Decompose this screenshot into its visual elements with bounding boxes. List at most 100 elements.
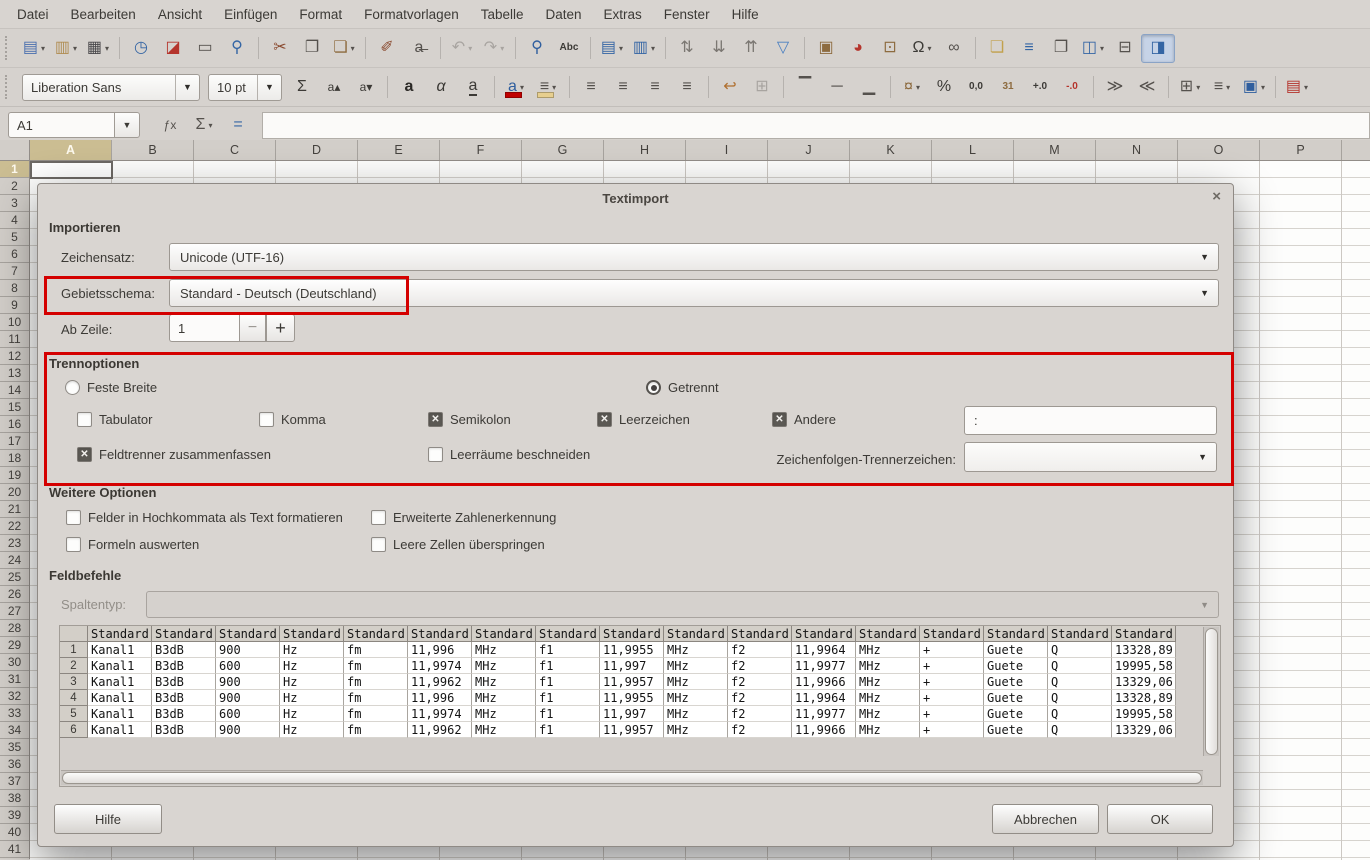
print-button[interactable]: ▭ bbox=[189, 35, 221, 62]
borders-button[interactable]: ⊞▾ bbox=[1174, 74, 1206, 101]
split-window-button[interactable]: ⊟ bbox=[1109, 35, 1141, 62]
insert-hyperlink-button[interactable]: ∞ bbox=[938, 35, 970, 62]
row-header-10[interactable]: 10 bbox=[0, 314, 29, 331]
column-header-g[interactable]: G bbox=[522, 140, 604, 160]
comma-checkbox[interactable]: Komma bbox=[259, 412, 326, 427]
copy-button[interactable]: ❐ bbox=[296, 35, 328, 62]
date-format-button[interactable]: 31 bbox=[992, 74, 1024, 101]
dropdown-arrow-icon[interactable]: ▾ bbox=[927, 44, 931, 53]
wrap-text-button[interactable]: ↩ bbox=[714, 74, 746, 101]
row-header-33[interactable]: 33 bbox=[0, 705, 29, 722]
row-header-2[interactable]: 2 bbox=[0, 178, 29, 195]
row-header-18[interactable]: 18 bbox=[0, 450, 29, 467]
preview-column-header-2[interactable]: Standard bbox=[152, 626, 216, 642]
special-character-button[interactable]: Ω▾ bbox=[906, 35, 938, 62]
from-row-decrement-button[interactable]: − bbox=[239, 314, 266, 342]
row-header-3[interactable]: 3 bbox=[0, 195, 29, 212]
sort-descending-button[interactable]: ⇊ bbox=[703, 35, 735, 62]
column-header-j[interactable]: J bbox=[768, 140, 850, 160]
row-header-31[interactable]: 31 bbox=[0, 671, 29, 688]
font-name-combo[interactable]: Liberation Sans ▼ bbox=[22, 74, 200, 101]
border-style-button[interactable]: ≡▾ bbox=[1206, 74, 1238, 101]
preview-column-header-11[interactable]: Standard bbox=[728, 626, 792, 642]
row-header-6[interactable]: 6 bbox=[0, 246, 29, 263]
column-header-h[interactable]: H bbox=[604, 140, 686, 160]
row-header-38[interactable]: 38 bbox=[0, 790, 29, 807]
preview-column-header-12[interactable]: Standard bbox=[792, 626, 856, 642]
row-header-41[interactable]: 41 bbox=[0, 841, 29, 858]
row-header-14[interactable]: 14 bbox=[0, 382, 29, 399]
column-header-a[interactable]: A bbox=[30, 140, 112, 160]
insert-chart-button[interactable]: ◕ bbox=[842, 35, 874, 62]
other-checkbox[interactable]: Andere bbox=[772, 412, 836, 427]
open-file-button[interactable]: ▥▾ bbox=[50, 35, 82, 62]
percent-format-button[interactable]: % bbox=[928, 74, 960, 101]
row-header-30[interactable]: 30 bbox=[0, 654, 29, 671]
cancel-button[interactable]: Abbrechen bbox=[992, 804, 1099, 834]
dropdown-arrow-icon[interactable]: ▾ bbox=[651, 44, 655, 53]
sum-button[interactable]: Σ bbox=[286, 74, 318, 101]
from-row-increment-button[interactable]: + bbox=[266, 314, 295, 342]
menu-einfugen[interactable]: Einfügen bbox=[213, 3, 288, 26]
row-header-1[interactable]: 1 bbox=[0, 161, 29, 178]
row-header-28[interactable]: 28 bbox=[0, 620, 29, 637]
preview-column-header-16[interactable]: Standard bbox=[1048, 626, 1112, 642]
row-header-22[interactable]: 22 bbox=[0, 518, 29, 535]
bold-button[interactable]: a bbox=[393, 74, 425, 101]
scrollbar-thumb[interactable] bbox=[1205, 628, 1218, 755]
charset-dropdown[interactable]: Unicode (UTF-16) ▼ bbox=[169, 243, 1219, 271]
dropdown-arrow-icon[interactable]: ▾ bbox=[500, 44, 504, 53]
name-box[interactable]: A1 ▼ bbox=[8, 112, 140, 138]
row-header-19[interactable]: 19 bbox=[0, 467, 29, 484]
align-top-button[interactable]: ▔ bbox=[789, 74, 821, 101]
menu-hilfe[interactable]: Hilfe bbox=[721, 3, 770, 26]
cut-button[interactable]: ✂ bbox=[264, 35, 296, 62]
new-document-button[interactable]: ▤▾ bbox=[18, 35, 50, 62]
row-header-26[interactable]: 26 bbox=[0, 586, 29, 603]
column-header-m[interactable]: M bbox=[1014, 140, 1096, 160]
dropdown-arrow-icon[interactable]: ▾ bbox=[41, 44, 45, 53]
sort-button[interactable]: ⇅ bbox=[671, 35, 703, 62]
other-separator-input[interactable] bbox=[964, 406, 1217, 435]
row-header-5[interactable]: 5 bbox=[0, 229, 29, 246]
preview-column-header-6[interactable]: Standard bbox=[408, 626, 472, 642]
close-icon[interactable]: × bbox=[1212, 188, 1221, 205]
column-header-b[interactable]: B bbox=[112, 140, 194, 160]
increase-font-size-button[interactable]: a▴ bbox=[318, 74, 350, 101]
preview-horizontal-scrollbar[interactable] bbox=[61, 770, 1203, 785]
evaluate-formulas-checkbox[interactable]: Formeln auswerten bbox=[66, 537, 199, 552]
highlighting-color-button[interactable]: ≡▾ bbox=[532, 74, 564, 101]
justify-button[interactable]: ≡ bbox=[671, 74, 703, 101]
trim-spaces-checkbox[interactable]: Leerräume beschneiden bbox=[428, 447, 590, 462]
column-header-p[interactable]: P bbox=[1260, 140, 1342, 160]
menu-datei[interactable]: Datei bbox=[6, 3, 60, 26]
selected-cell-a1[interactable] bbox=[30, 161, 113, 179]
find-replace-button[interactable]: ⚲ bbox=[521, 35, 553, 62]
dropdown-arrow-icon[interactable]: ▾ bbox=[1100, 44, 1104, 53]
column-header-l[interactable]: L bbox=[932, 140, 1014, 160]
menu-daten[interactable]: Daten bbox=[535, 3, 593, 26]
dropdown-arrow-icon[interactable]: ▾ bbox=[1196, 83, 1200, 92]
row-header-32[interactable]: 32 bbox=[0, 688, 29, 705]
preview-column-header-10[interactable]: Standard bbox=[664, 626, 728, 642]
column-header-e[interactable]: E bbox=[358, 140, 440, 160]
menu-extras[interactable]: Extras bbox=[593, 3, 653, 26]
insert-comment-button[interactable]: ❏ bbox=[981, 35, 1013, 62]
detect-numbers-checkbox[interactable]: Erweiterte Zahlenerkennung bbox=[371, 510, 556, 525]
chevron-down-icon[interactable]: ▼ bbox=[175, 75, 199, 100]
row-header-25[interactable]: 25 bbox=[0, 569, 29, 586]
menu-bearbeiten[interactable]: Bearbeiten bbox=[60, 3, 147, 26]
freeze-panes-button[interactable]: ◫▾ bbox=[1077, 35, 1109, 62]
row-header-9[interactable]: 9 bbox=[0, 297, 29, 314]
menu-fenster[interactable]: Fenster bbox=[653, 3, 721, 26]
preview-column-header-8[interactable]: Standard bbox=[536, 626, 600, 642]
insert-pivot-table-button[interactable]: ⊡ bbox=[874, 35, 906, 62]
increase-indent-button[interactable]: ≫ bbox=[1099, 74, 1131, 101]
dropdown-arrow-icon[interactable]: ▾ bbox=[468, 44, 472, 53]
align-bottom-button[interactable]: ▁ bbox=[853, 74, 885, 101]
chevron-down-icon[interactable]: ▼ bbox=[114, 112, 140, 138]
ok-button[interactable]: OK bbox=[1107, 804, 1213, 834]
row-header-16[interactable]: 16 bbox=[0, 416, 29, 433]
font-color-button[interactable]: a▾ bbox=[500, 74, 532, 101]
merge-delimiters-checkbox[interactable]: Feldtrenner zusammenfassen bbox=[77, 447, 271, 462]
